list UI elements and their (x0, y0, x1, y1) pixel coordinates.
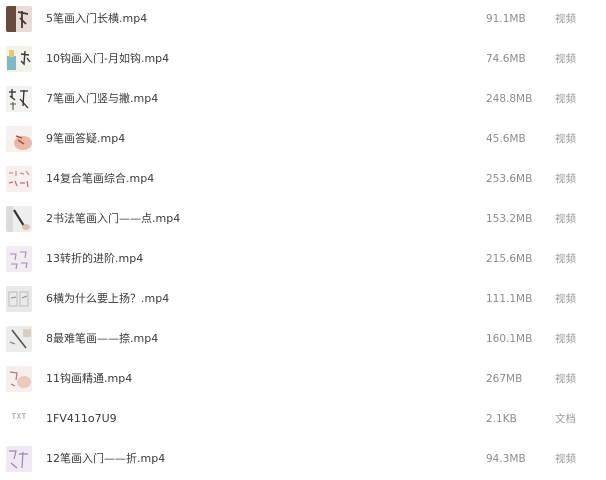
file-name[interactable]: 2书法笔画入门——点.mp4 (46, 211, 180, 227)
file-size: 94.3MB (486, 453, 526, 465)
file-name[interactable]: 5笔画入门长横.mp4 (46, 11, 147, 27)
file-name[interactable]: 9笔画答疑.mp4 (46, 131, 125, 147)
video-thumbnail (6, 366, 32, 392)
list-item[interactable]: 2书法笔画入门——点.mp4 153.2MB 视频 (0, 200, 606, 240)
list-item[interactable]: 6横为什么要上扬？.mp4 111.1MB 视频 (0, 280, 606, 320)
file-name[interactable]: 10钩画入门-月如钩.mp4 (46, 51, 169, 67)
file-size: 160.1MB (486, 333, 533, 345)
file-size: 215.6MB (486, 253, 533, 265)
list-item[interactable]: 7笔画入门竖与撇.mp4 248.8MB 视频 (0, 80, 606, 120)
file-name[interactable]: 1FV411o7U9 (46, 411, 117, 427)
video-thumbnail (6, 446, 32, 472)
list-item[interactable]: 5笔画入门长横.mp4 91.1MB 视频 (0, 0, 606, 40)
file-size: 45.6MB (486, 133, 526, 145)
file-type: 视频 (555, 293, 576, 305)
video-thumbnail (6, 126, 32, 152)
file-type: 视频 (555, 373, 576, 385)
video-thumbnail (6, 166, 32, 192)
list-item[interactable]: 10钩画入门-月如钩.mp4 74.6MB 视频 (0, 40, 606, 80)
file-name[interactable]: 14复合笔画综合.mp4 (46, 171, 154, 187)
file-type: 视频 (555, 173, 576, 185)
video-thumbnail (6, 206, 32, 232)
video-thumbnail (6, 326, 32, 352)
file-size: 248.8MB (486, 93, 533, 105)
file-type: 视频 (555, 453, 576, 465)
file-type: 视频 (555, 93, 576, 105)
list-item[interactable]: 11钩画精通.mp4 267MB 视频 (0, 360, 606, 400)
file-size: 2.1KB (486, 413, 517, 425)
file-type: 视频 (555, 333, 576, 345)
file-size: 253.6MB (486, 173, 533, 185)
file-name[interactable]: 8最难笔画——捺.mp4 (46, 331, 158, 347)
file-name[interactable]: 13转折的进阶.mp4 (46, 251, 143, 267)
video-thumbnail (6, 246, 32, 272)
file-size: 153.2MB (486, 213, 533, 225)
file-type: 视频 (555, 53, 576, 65)
file-type: 视频 (555, 253, 576, 265)
list-item[interactable]: TXT 1FV411o7U9 2.1KB 文档 (0, 400, 606, 440)
file-size: 91.1MB (486, 13, 526, 25)
video-thumbnail (6, 86, 32, 112)
list-item[interactable]: 8最难笔画——捺.mp4 160.1MB 视频 (0, 320, 606, 360)
file-type: 文档 (555, 413, 576, 425)
list-item[interactable]: 14复合笔画综合.mp4 253.6MB 视频 (0, 160, 606, 200)
video-thumbnail (6, 286, 32, 312)
list-item[interactable]: 13转折的进阶.mp4 215.6MB 视频 (0, 240, 606, 280)
file-list: 5笔画入门长横.mp4 91.1MB 视频 10钩画入门-月如钩.mp4 74.… (0, 0, 606, 480)
file-name[interactable]: 12笔画入门——折.mp4 (46, 451, 165, 467)
list-item[interactable]: 12笔画入门——折.mp4 94.3MB 视频 (0, 440, 606, 480)
file-name[interactable]: 7笔画入门竖与撇.mp4 (46, 91, 158, 107)
file-name[interactable]: 11钩画精通.mp4 (46, 371, 132, 387)
video-thumbnail (6, 46, 32, 72)
file-size: 74.6MB (486, 53, 526, 65)
file-name[interactable]: 6横为什么要上扬？.mp4 (46, 291, 169, 307)
file-size: 111.1MB (486, 293, 533, 305)
file-type: 视频 (555, 213, 576, 225)
list-item[interactable]: 9笔画答疑.mp4 45.6MB 视频 (0, 120, 606, 160)
file-type: 视频 (555, 133, 576, 145)
file-size: 267MB (486, 373, 523, 385)
file-type: 视频 (555, 13, 576, 25)
txt-file-label: TXT (11, 412, 27, 421)
txt-file-icon: TXT (6, 406, 32, 432)
video-thumbnail (6, 6, 32, 32)
